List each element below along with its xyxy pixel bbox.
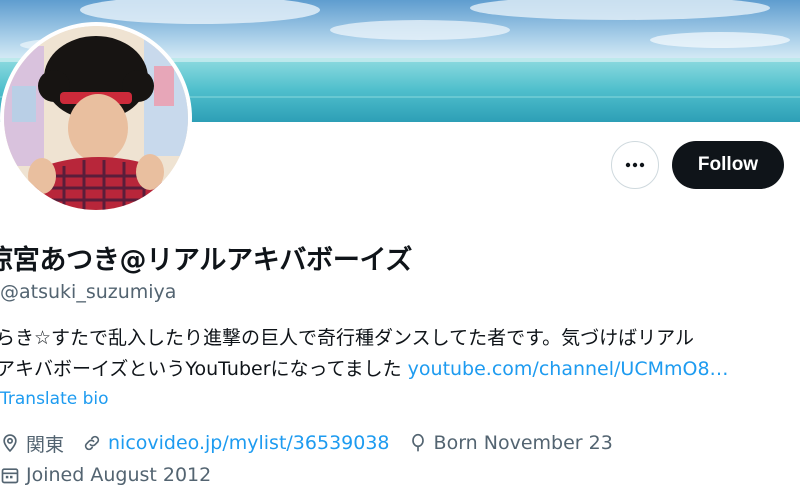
display-name: 涼宮あつき@リアルアキバボーイズ — [0, 245, 413, 276]
more-options-button[interactable] — [611, 141, 659, 189]
joined-item: Joined August 2012 — [0, 464, 211, 486]
bio-line-2-text: アキバボーイズというYouTuberになってました — [0, 358, 408, 380]
more-horizontal-icon — [625, 162, 645, 168]
user-handle: @atsuki_suzumiya — [0, 281, 177, 303]
location-item: 関東 — [0, 430, 64, 457]
bio-youtube-link[interactable]: youtube.com/channel/UCMmO8… — [408, 358, 729, 380]
bio-line-1: らき☆すたで乱入したり進撃の巨人で奇行種ダンスしてた者です。気づけばリアル — [0, 327, 694, 349]
location-text: 関東 — [26, 433, 65, 456]
location-pin-icon — [3, 434, 17, 453]
avatar[interactable] — [0, 22, 192, 214]
balloon-icon — [411, 433, 424, 452]
avatar-photo — [4, 26, 188, 210]
profile-joined-row: Joined August 2012 — [0, 460, 229, 490]
joined-text: Joined August 2012 — [26, 464, 212, 486]
birthday-item: Born November 23 — [408, 432, 613, 454]
website-item: nicovideo.jp/mylist/36539038 — [82, 432, 390, 454]
calendar-icon — [1, 468, 19, 484]
profile-bio: らき☆すたで乱入したり進撃の巨人で奇行種ダンスしてた者です。気づけばリアル アキ… — [0, 323, 796, 385]
follow-button[interactable]: Follow — [672, 141, 784, 189]
birthday-text: Born November 23 — [433, 432, 613, 454]
bio-line-2: アキバボーイズというYouTuberになってました youtube.com/ch… — [0, 354, 796, 385]
translate-bio-link[interactable]: Translate bio — [0, 389, 109, 409]
link-icon — [84, 435, 100, 451]
profile-meta-row: 関東 nicovideo.jp/mylist/36539038 Born Nov… — [0, 428, 631, 458]
profile-page: Follow 涼宮あつき@リアルアキバボーイズ @atsuki_suzumiya… — [0, 0, 800, 496]
website-link[interactable]: nicovideo.jp/mylist/36539038 — [108, 432, 390, 454]
